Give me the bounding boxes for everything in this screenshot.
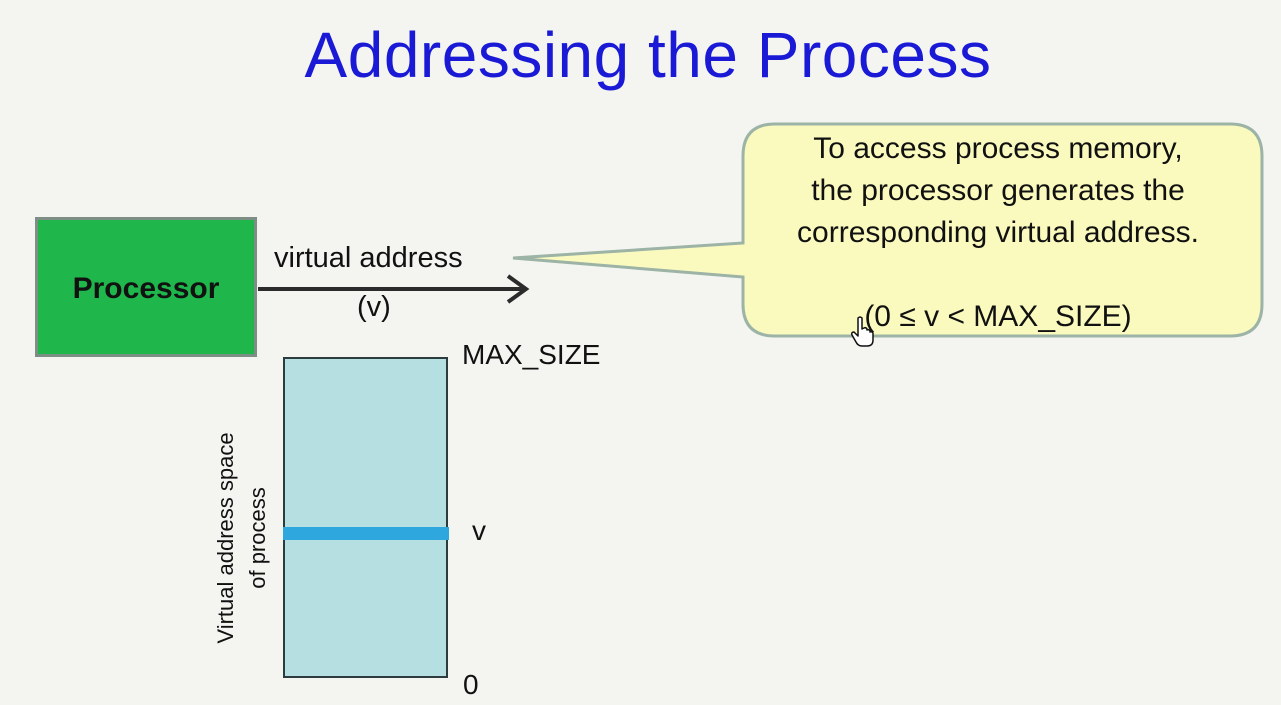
arrow-label-virtual-address: virtual address: [274, 242, 463, 274]
side-label-line-1: Virtual address space: [213, 432, 238, 644]
callout-formula: (0 ≤ v < MAX_SIZE): [864, 300, 1132, 333]
marker-v-label: v: [472, 515, 486, 546]
virtual-address-marker: [283, 527, 449, 540]
max-size-label: MAX_SIZE: [462, 339, 601, 370]
address-space-side-label: Virtual address space of process: [210, 432, 274, 643]
zero-label: 0: [463, 669, 479, 700]
arrow-label-v: (v): [357, 291, 391, 323]
callout-line-1: To access process memory,: [813, 132, 1183, 165]
callout-line-3: corresponding virtual address.: [797, 216, 1199, 249]
processor-box: Processor: [35, 217, 257, 357]
callout-text: To access process memory, the processor …: [748, 128, 1248, 338]
slide: Addressing the Process Processor virtual…: [0, 0, 1281, 705]
slide-title: Addressing the Process: [304, 19, 992, 91]
arrow-head: [506, 274, 530, 304]
virtual-address-space-box: [283, 357, 448, 678]
callout-line-2: the processor generates the: [811, 174, 1185, 207]
hand-cursor-icon: [851, 316, 874, 347]
side-label-line-2: of process: [245, 487, 270, 589]
processor-label: Processor: [72, 272, 220, 305]
